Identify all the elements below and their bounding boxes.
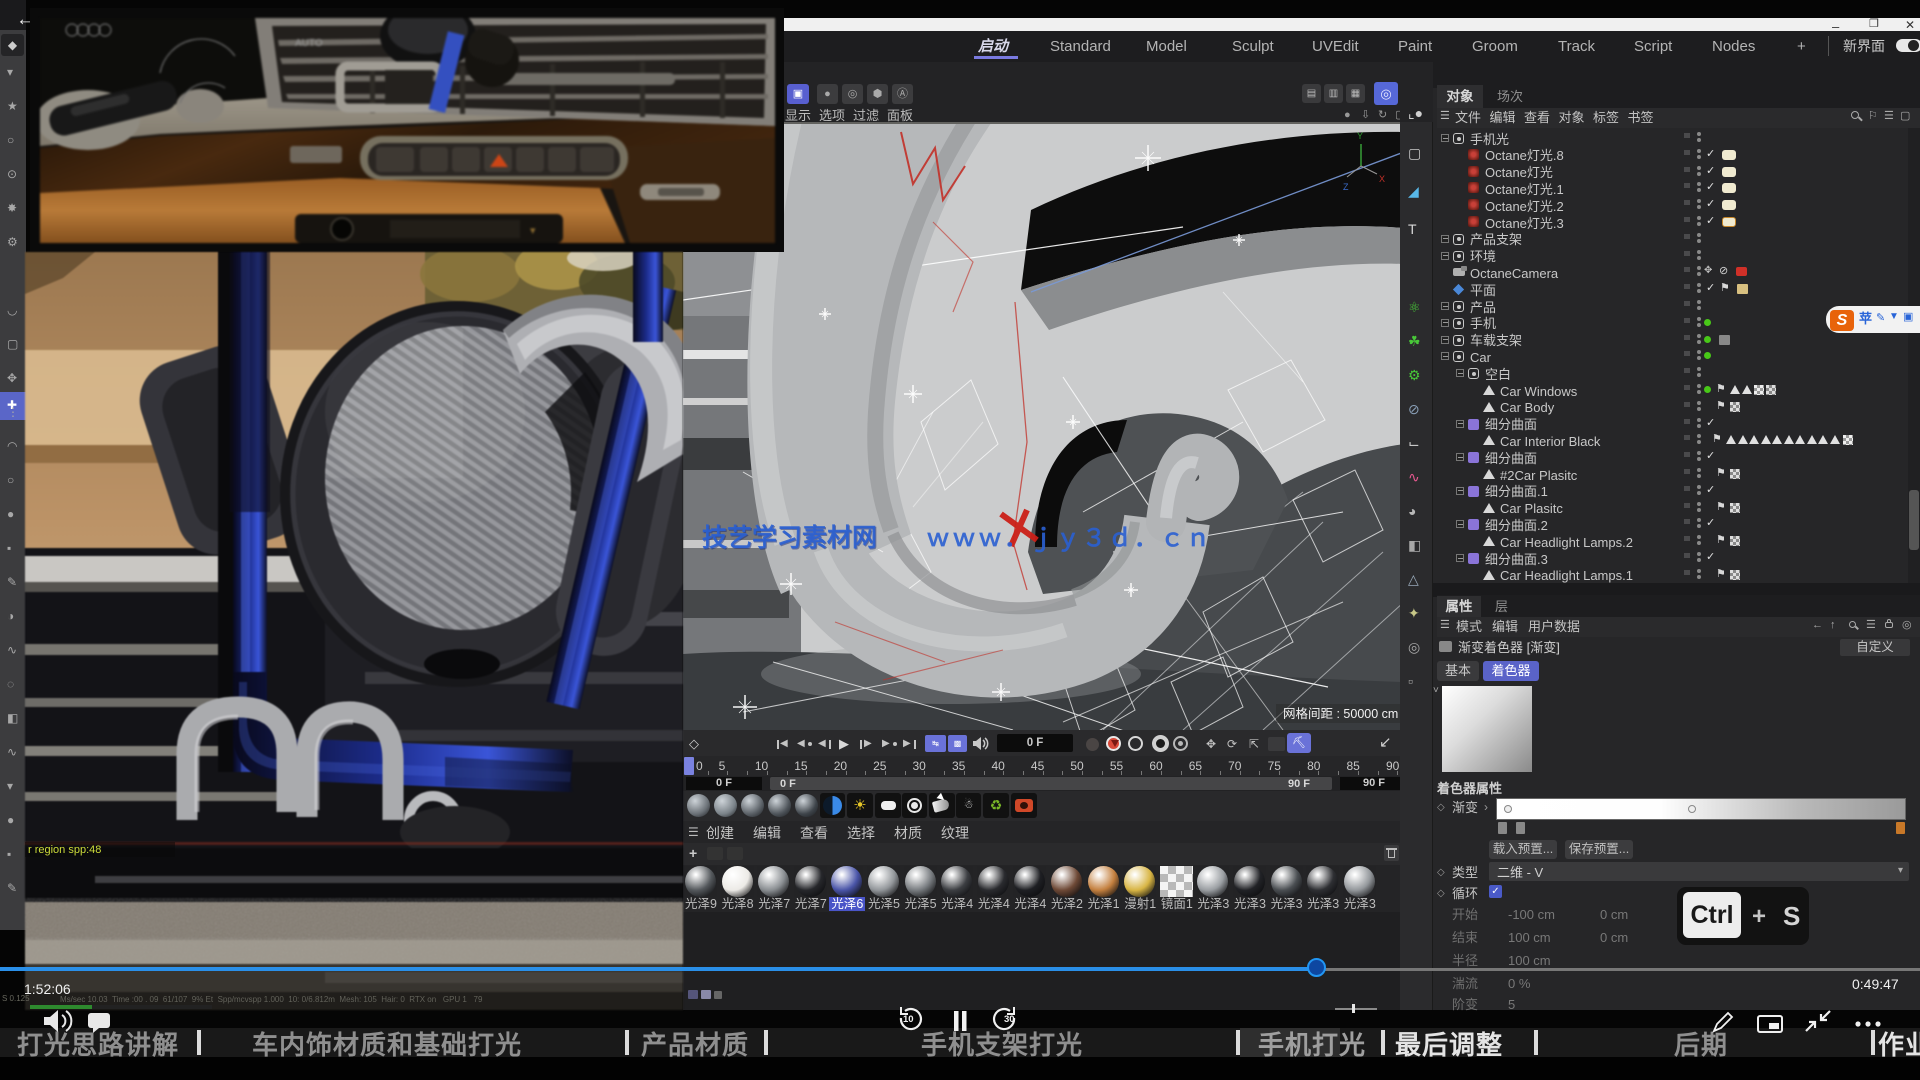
svg-text:Z: Z — [1343, 182, 1349, 192]
svg-text:10: 10 — [903, 1014, 914, 1025]
svg-text:X: X — [1379, 174, 1385, 184]
svg-text:Y: Y — [1357, 131, 1363, 141]
svg-text:网格间距 : 50000 cm: 网格间距 : 50000 cm — [1283, 706, 1398, 721]
svg-text:30: 30 — [1004, 1014, 1015, 1025]
svg-text:AUTO: AUTO — [295, 38, 323, 49]
svg-text:▾: ▾ — [530, 225, 536, 237]
